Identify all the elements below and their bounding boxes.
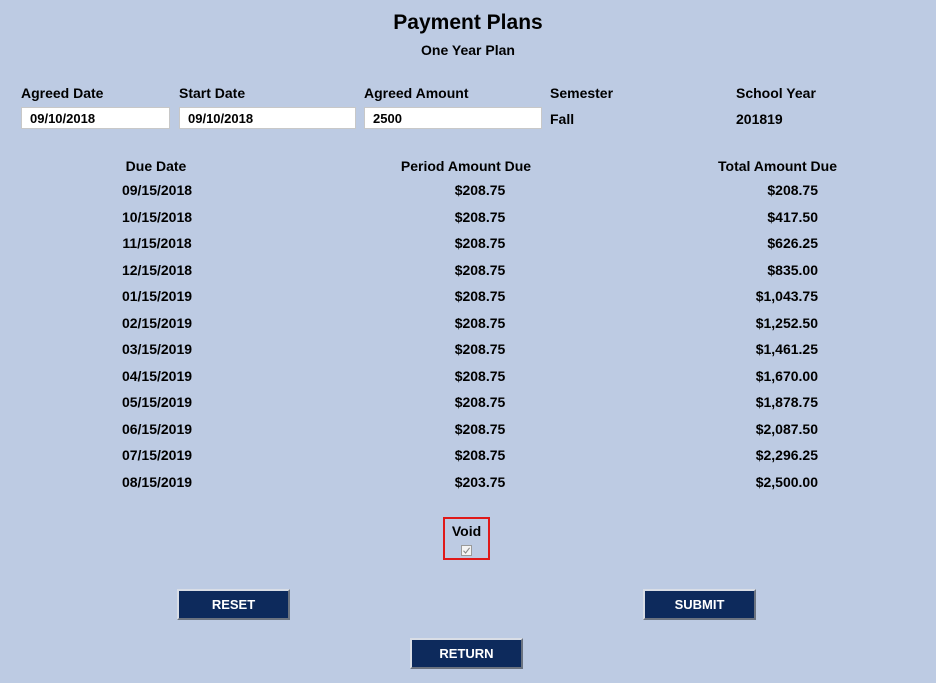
due-date-cell: 11/15/2018 [122, 235, 192, 251]
payment-schedule: 09/15/2018 $208.75 $208.75 10/15/2018 $2… [0, 181, 936, 499]
plan-subtitle: One Year Plan [421, 42, 515, 58]
agreed-amount-field[interactable] [364, 107, 542, 129]
total-amount-cell: $835.00 [767, 261, 818, 278]
due-date-cell: 04/15/2019 [121, 367, 193, 384]
period-amount-cell: $208.75 [454, 288, 506, 304]
period-amount-cell: $208.75 [454, 447, 506, 463]
due-date-cell: 08/15/2019 [121, 473, 193, 490]
total-amount-cell: $1,461.25 [755, 341, 818, 357]
period-amount-cell: $208.75 [454, 208, 506, 225]
table-row: 10/15/2018 $208.75 $417.50 [0, 208, 936, 235]
period-amount-cell: $208.75 [454, 341, 506, 357]
total-amount-cell: $417.50 [767, 208, 818, 225]
table-row: 03/15/2019 $208.75 $1,461.25 [0, 340, 936, 367]
total-amount-cell: $2,500.00 [755, 473, 818, 490]
void-checkbox[interactable] [461, 545, 472, 556]
agreed-date-field[interactable] [21, 107, 170, 129]
start-date-label: Start Date [179, 85, 246, 101]
school-year-label: School Year [736, 85, 816, 101]
agreed-date-label: Agreed Date [21, 85, 104, 101]
table-row: 08/15/2019 $203.75 $2,500.00 [0, 473, 936, 500]
void-highlight-box: Void [443, 517, 490, 560]
semester-label: Semester [550, 85, 614, 101]
period-amount-cell: $208.75 [454, 314, 506, 331]
due-date-cell: 05/15/2019 [121, 394, 193, 410]
period-amount-cell: $208.75 [454, 367, 506, 384]
table-row: 09/15/2018 $208.75 $208.75 [0, 181, 936, 208]
reset-button[interactable]: RESET [177, 589, 290, 620]
due-date-cell: 07/15/2019 [121, 447, 193, 463]
total-amount-header: Total Amount Due [718, 158, 837, 174]
due-date-cell: 03/15/2019 [121, 341, 193, 357]
due-date-cell: 06/15/2019 [121, 420, 193, 437]
table-row: 05/15/2019 $208.75 $1,878.75 [0, 393, 936, 420]
due-date-cell: 12/15/2018 [121, 261, 193, 278]
table-row: 06/15/2019 $208.75 $2,087.50 [0, 420, 936, 447]
agreed-amount-label: Agreed Amount [364, 85, 469, 101]
total-amount-cell: $1,252.50 [755, 314, 818, 331]
due-date-cell: 10/15/2018 [121, 208, 193, 225]
due-date-cell: 02/15/2019 [121, 314, 193, 331]
total-amount-cell: $1,670.00 [755, 367, 818, 384]
table-row: 11/15/2018 $208.75 $626.25 [0, 234, 936, 261]
period-amount-cell: $208.75 [454, 261, 506, 278]
period-amount-cell: $203.75 [454, 473, 506, 490]
total-amount-cell: $208.75 [767, 182, 818, 198]
table-row: 02/15/2019 $208.75 $1,252.50 [0, 314, 936, 341]
period-amount-cell: $208.75 [454, 420, 506, 437]
period-amount-cell: $208.75 [454, 394, 506, 410]
page-title: Payment Plans [393, 11, 543, 34]
void-label: Void [451, 523, 482, 539]
due-date-cell: 01/15/2019 [121, 288, 193, 304]
return-button[interactable]: RETURN [410, 638, 523, 669]
total-amount-cell: $626.25 [767, 235, 818, 251]
checkmark-icon [463, 547, 471, 554]
start-date-field[interactable] [179, 107, 356, 129]
due-date-cell: 09/15/2018 [121, 182, 193, 198]
period-amount-cell: $208.75 [454, 182, 506, 198]
school-year-value: 201819 [736, 111, 783, 127]
table-row: 12/15/2018 $208.75 $835.00 [0, 261, 936, 288]
semester-value: Fall [550, 111, 575, 127]
table-row: 01/15/2019 $208.75 $1,043.75 [0, 287, 936, 314]
total-amount-cell: $1,043.75 [755, 288, 818, 304]
table-row: 04/15/2019 $208.75 $1,670.00 [0, 367, 936, 394]
total-amount-cell: $1,878.75 [755, 394, 818, 410]
table-row: 07/15/2019 $208.75 $2,296.25 [0, 446, 936, 473]
submit-button[interactable]: SUBMIT [643, 589, 756, 620]
period-amount-cell: $208.75 [454, 235, 506, 251]
period-amount-header: Period Amount Due [400, 158, 532, 174]
due-date-header: Due Date [125, 158, 187, 174]
total-amount-cell: $2,296.25 [755, 447, 818, 463]
total-amount-cell: $2,087.50 [755, 420, 818, 437]
